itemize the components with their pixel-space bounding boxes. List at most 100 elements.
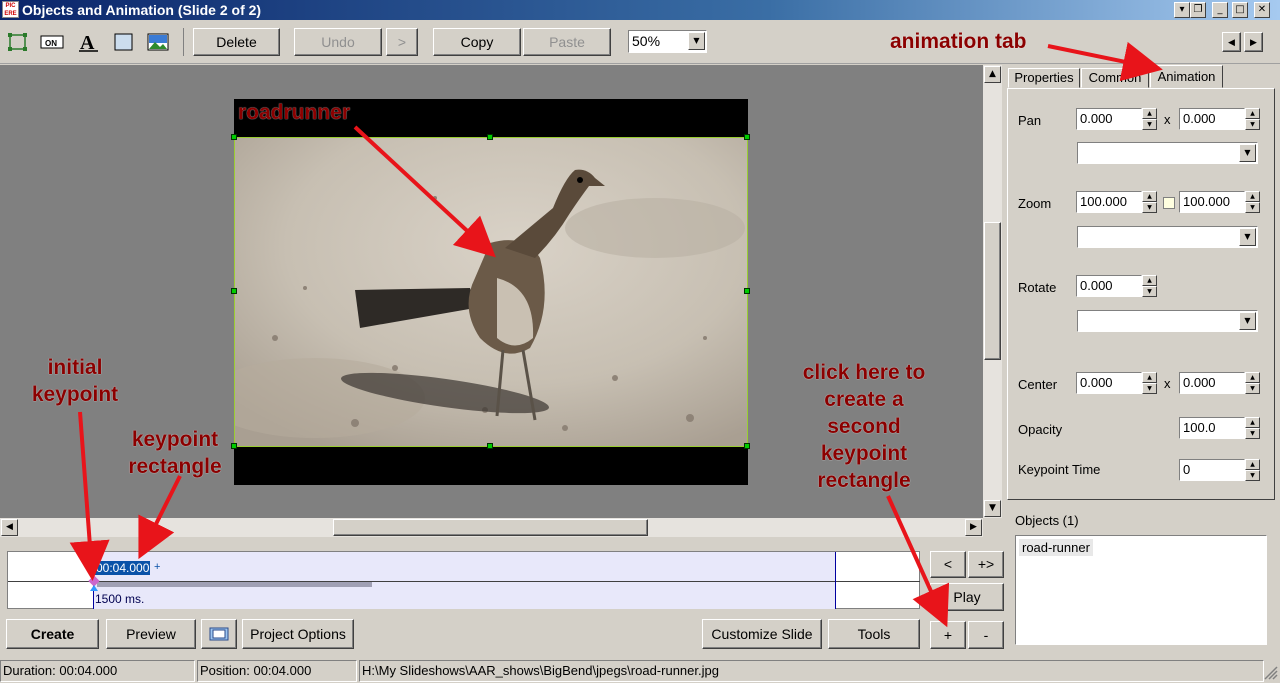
prev-keypoint-button[interactable]: < <box>930 551 966 578</box>
next-slide-icon[interactable]: ▶ <box>1244 32 1263 52</box>
center-y-stepper[interactable]: ▲ ▼ <box>1245 372 1260 394</box>
play-button[interactable]: Play <box>930 583 1004 611</box>
on-button-icon[interactable]: ON <box>40 32 64 52</box>
keypoint-time-label: Keypoint Time <box>1018 462 1101 477</box>
select-rect-icon[interactable] <box>7 32 29 52</box>
pan-y-field[interactable]: 0.000 <box>1179 108 1245 130</box>
resize-handle[interactable] <box>744 134 750 140</box>
annotation-animation-tab: animation tab <box>890 30 1027 53</box>
keypoint-time-field[interactable]: 0 <box>1179 459 1245 481</box>
chevron-down-icon[interactable]: ▼ <box>1239 312 1256 330</box>
customize-slide-button[interactable]: Customize Slide <box>702 619 822 649</box>
scroll-up-icon[interactable]: ▲ <box>984 66 1001 83</box>
timeline-border <box>920 551 925 609</box>
project-options-button[interactable]: Project Options <box>242 619 354 649</box>
scroll-left-icon[interactable]: ◀ <box>1 519 18 536</box>
annotation-keypoint-rectangle: keypoint rectangle <box>128 428 222 478</box>
center-separator: x <box>1164 376 1171 391</box>
resize-handle[interactable] <box>744 443 750 449</box>
resize-handle[interactable] <box>231 288 237 294</box>
chevron-down-icon[interactable]: ▼ <box>1239 144 1256 162</box>
zoom-value: 50% <box>632 33 661 49</box>
pan-separator: x <box>1164 112 1171 127</box>
copy-button[interactable]: Copy <box>433 28 521 56</box>
app-icon: PIC ERE <box>2 1 19 18</box>
pan-x-stepper[interactable]: ▲ ▼ <box>1142 108 1157 130</box>
timeline-end-marker <box>835 552 836 609</box>
add-keypoint-button[interactable]: + <box>930 621 966 649</box>
image-icon[interactable] <box>147 32 169 52</box>
title-bar: PIC ERE Objects and Animation (Slide 2 o… <box>0 0 1280 20</box>
remove-keypoint-button[interactable]: - <box>968 621 1004 649</box>
horizontal-scroll-thumb[interactable] <box>333 519 648 536</box>
rotate-field[interactable]: 0.000 <box>1076 275 1142 297</box>
center-x-stepper[interactable]: ▲ ▼ <box>1142 372 1157 394</box>
objects-list[interactable]: road-runner <box>1015 535 1267 645</box>
zoom-easing-select[interactable]: ▼ <box>1077 226 1258 248</box>
undo-button[interactable]: Undo <box>294 28 382 56</box>
pan-x-field[interactable]: 0.000 <box>1076 108 1142 130</box>
prev-slide-icon[interactable]: ◀ <box>1222 32 1241 52</box>
pan-label: Pan <box>1018 113 1042 128</box>
toolbar-divider <box>183 28 184 56</box>
scroll-right-icon[interactable]: ▶ <box>965 519 982 536</box>
roadrunner-image[interactable] <box>234 137 748 447</box>
zoom-y-stepper[interactable]: ▲ ▼ <box>1245 191 1260 213</box>
paste-button[interactable]: Paste <box>523 28 611 56</box>
center-y-field[interactable]: 0.000 <box>1179 372 1245 394</box>
transition-bar <box>97 582 372 587</box>
tab-animation[interactable]: Animation <box>1150 65 1223 88</box>
center-label: Center <box>1018 377 1058 392</box>
zoom-y-field[interactable]: 100.000 <box>1179 191 1245 213</box>
center-x-field[interactable]: 0.000 <box>1076 372 1142 394</box>
opacity-stepper[interactable]: ▲ ▼ <box>1245 417 1260 439</box>
annotation-click-here: click here to create a second keypoint r… <box>802 361 926 492</box>
redo-button[interactable]: > <box>386 28 418 56</box>
vertical-scroll-thumb[interactable] <box>984 222 1001 360</box>
maximize-icon[interactable]: □ <box>1232 2 1248 18</box>
resize-handle[interactable] <box>231 134 237 140</box>
pan-y-stepper[interactable]: ▲ ▼ <box>1245 108 1260 130</box>
close-icon[interactable]: ✕ <box>1254 2 1270 18</box>
keypoint-rectangle[interactable]: 00:04.000 <box>95 561 151 575</box>
resize-handle[interactable] <box>487 443 493 449</box>
list-item[interactable]: road-runner <box>1019 539 1093 556</box>
create-button[interactable]: Create <box>6 619 99 649</box>
transition-duration: 1500 ms. <box>95 592 145 606</box>
playhead-marker[interactable] <box>90 585 98 591</box>
resize-handle[interactable] <box>744 288 750 294</box>
status-duration: Duration: 00:04.000 <box>0 660 195 682</box>
chevron-down-icon[interactable]: ▼ <box>1239 228 1256 246</box>
rotate-easing-select[interactable]: ▼ <box>1077 310 1258 332</box>
restore-icon[interactable]: ❐ <box>1190 2 1206 18</box>
zoom-lock-checkbox[interactable] <box>1163 197 1175 209</box>
pan-easing-select[interactable]: ▼ <box>1077 142 1258 164</box>
resize-handle[interactable] <box>487 134 493 140</box>
rectangle-icon[interactable] <box>113 32 135 52</box>
slide-list-icon[interactable] <box>201 619 237 649</box>
text-icon[interactable]: A <box>78 32 100 54</box>
svg-text:ON: ON <box>45 39 57 48</box>
timeline[interactable]: 00:04.000 + 1500 ms. <box>7 551 921 609</box>
opacity-field[interactable]: 100.0 <box>1179 417 1245 439</box>
zoom-select[interactable]: 50% ▼ <box>628 30 707 53</box>
svg-text:A: A <box>80 32 95 52</box>
minimize-icon[interactable]: _ <box>1212 2 1228 18</box>
preview-button[interactable]: Preview <box>106 619 196 649</box>
rotate-stepper[interactable]: ▲ ▼ <box>1142 275 1157 297</box>
objects-header: Objects (1) <box>1015 513 1079 528</box>
chevron-down-icon[interactable]: ▼ <box>688 32 705 50</box>
delete-button[interactable]: Delete <box>193 28 280 56</box>
zoom-x-field[interactable]: 100.000 <box>1076 191 1142 213</box>
zoom-x-stepper[interactable]: ▲ ▼ <box>1142 191 1157 213</box>
tab-properties[interactable]: Properties <box>1008 68 1080 88</box>
scroll-down-icon[interactable]: ▼ <box>984 500 1001 517</box>
keypoint-time-stepper[interactable]: ▲ ▼ <box>1245 459 1260 481</box>
tools-button[interactable]: Tools <box>828 619 920 649</box>
status-file-path: H:\My Slideshows\AAR_shows\BigBend\jpegs… <box>359 660 1264 682</box>
add-next-keypoint-button[interactable]: +> <box>968 551 1004 578</box>
resize-grip-icon[interactable] <box>1264 666 1278 680</box>
zoom-label: Zoom <box>1018 196 1052 211</box>
tab-common[interactable]: Common <box>1081 68 1149 88</box>
menu-down-icon[interactable]: ▾ <box>1174 2 1190 18</box>
